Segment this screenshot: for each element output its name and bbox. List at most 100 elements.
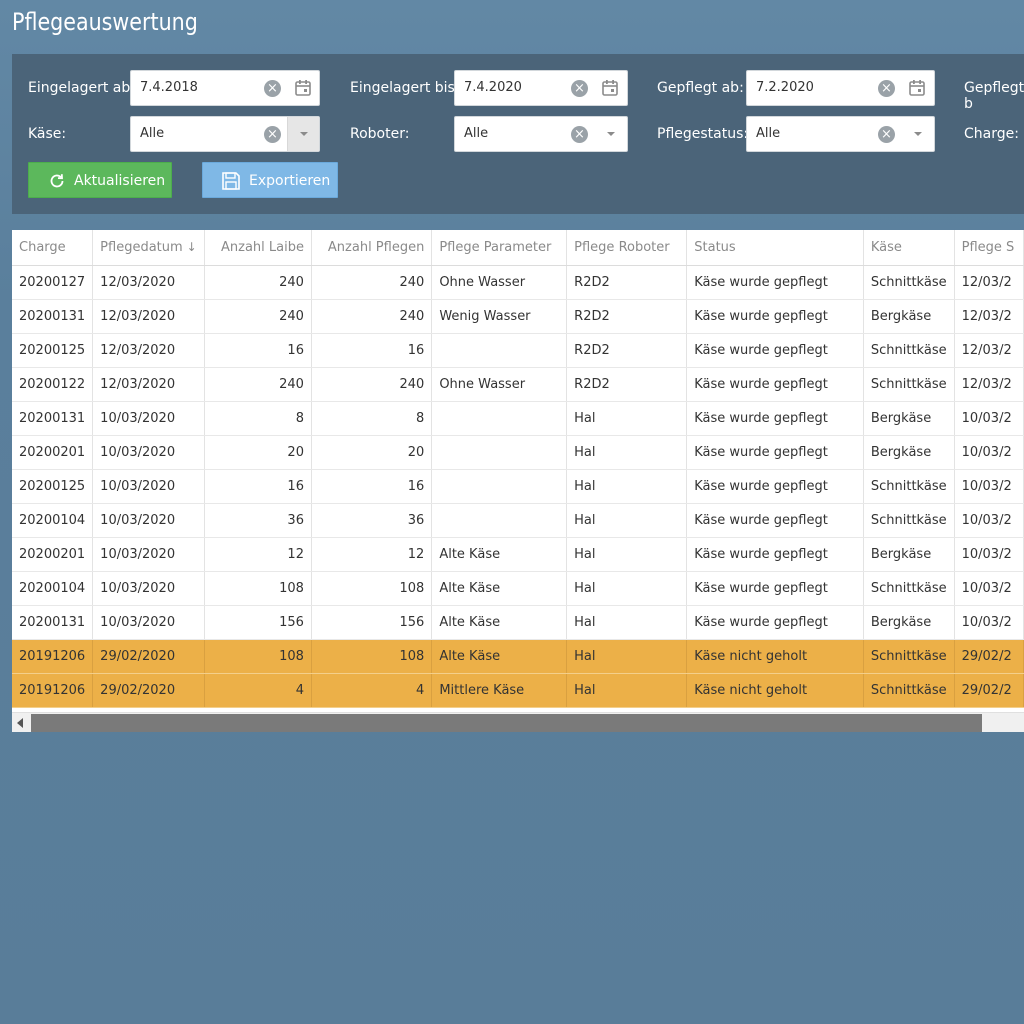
table-cell: Bergkäse bbox=[863, 299, 955, 334]
table-cell: 20200104 bbox=[12, 503, 94, 538]
table-cell: Alte Käse bbox=[431, 605, 568, 640]
eingelagert-bis-date-field[interactable]: 7.4.2020 × bbox=[454, 70, 628, 106]
table-cell: Hal bbox=[566, 605, 688, 640]
save-icon bbox=[222, 172, 240, 190]
table-cell: Käse wurde gepflegt bbox=[686, 503, 864, 538]
table-cell: 20200104 bbox=[12, 571, 94, 606]
table-cell: 10/03/2020 bbox=[92, 537, 205, 572]
table-row[interactable]: 20200131 10/03/2020 8 8 Hal Käse wurde gepfle… bbox=[12, 401, 1024, 436]
sort-down-icon: ↓ bbox=[186, 239, 197, 254]
pflegestatus-label: Pflegestatus: bbox=[657, 126, 749, 142]
table-row[interactable]: 20191206 29/02/2020 108 108 Alte Käse Hal Käse… bbox=[12, 639, 1024, 674]
table-cell: 156 bbox=[204, 605, 312, 640]
horizontal-scrollbar[interactable] bbox=[12, 712, 1024, 732]
calendar-icon[interactable] bbox=[294, 79, 312, 97]
data-table: Charge Pflegedatum ↓ Anzahl Laibe Anzahl … bbox=[12, 230, 1024, 708]
table-cell: Käse wurde gepflegt bbox=[686, 469, 864, 504]
table-cell: Käse nicht geholt bbox=[686, 673, 864, 708]
clear-icon[interactable]: × bbox=[571, 80, 588, 97]
column-header-pflegedatum[interactable]: Pflegedatum ↓ bbox=[92, 230, 205, 266]
eingelagert-ab-date-field[interactable]: 7.4.2018 × bbox=[130, 70, 320, 106]
gepflegt-ab-value: 7.2.2020 bbox=[756, 80, 814, 95]
export-button[interactable]: Exportieren bbox=[202, 162, 338, 198]
column-header-pflege-roboter[interactable]: Pflege Roboter bbox=[566, 230, 688, 266]
refresh-button[interactable]: Aktualisieren bbox=[28, 162, 172, 198]
eingelagert-ab-value: 7.4.2018 bbox=[140, 80, 198, 95]
column-header-kaese[interactable]: Käse bbox=[863, 230, 955, 266]
table-cell bbox=[431, 435, 568, 470]
calendar-icon[interactable] bbox=[908, 79, 926, 97]
refresh-button-label: Aktualisieren bbox=[74, 173, 166, 189]
table-cell: 108 bbox=[204, 639, 312, 674]
table-cell: Schnittkäse bbox=[863, 673, 955, 708]
column-header-anzahl-pflegen[interactable]: Anzahl Pflegen bbox=[311, 230, 433, 266]
eingelagert-bis-value: 7.4.2020 bbox=[464, 80, 522, 95]
table-row[interactable]: 20200131 10/03/2020 156 156 Alte Käse Hal Käse… bbox=[12, 605, 1024, 640]
table-row[interactable]: 20200104 10/03/2020 108 108 Alte Käse Hal Käse… bbox=[12, 571, 1024, 606]
roboter-select[interactable]: Alle × bbox=[454, 116, 628, 152]
table-cell: Hal bbox=[566, 571, 688, 606]
table-row[interactable]: 20200125 12/03/2020 16 16 R2D2 Käse wurde gep… bbox=[12, 333, 1024, 368]
table-row[interactable]: 20191206 29/02/2020 4 4 Mittlere Käse Hal Käse… bbox=[12, 673, 1024, 708]
table-cell: 20200131 bbox=[12, 605, 94, 640]
table-cell: 12/03/2020 bbox=[92, 333, 205, 368]
table-cell: Schnittkäse bbox=[863, 639, 955, 674]
kaese-select[interactable]: Alle × bbox=[130, 116, 320, 152]
table-cell: Schnittkäse bbox=[863, 503, 955, 538]
scrollbar-thumb[interactable] bbox=[31, 714, 982, 732]
gepflegt-ab-date-field[interactable]: 7.2.2020 × bbox=[746, 70, 935, 106]
clear-icon[interactable]: × bbox=[264, 80, 281, 97]
pflegestatus-select[interactable]: Alle × bbox=[746, 116, 935, 152]
kaese-value: Alle bbox=[140, 126, 165, 141]
chevron-down-icon[interactable] bbox=[595, 117, 627, 151]
table-cell: 108 bbox=[311, 571, 433, 606]
clear-icon[interactable]: × bbox=[571, 126, 588, 143]
column-header-pflege-s[interactable]: Pflege S bbox=[954, 230, 1024, 266]
table-cell: Käse wurde gepflegt bbox=[686, 333, 864, 368]
column-header-charge[interactable]: Charge bbox=[12, 230, 94, 266]
column-header-pflege-parameter[interactable]: Pflege Parameter bbox=[431, 230, 568, 266]
table-cell: 240 bbox=[204, 367, 312, 402]
chevron-down-icon[interactable] bbox=[287, 117, 319, 151]
table-row[interactable]: 20200122 12/03/2020 240 240 Ohne Wasser R2D2 K… bbox=[12, 367, 1024, 402]
clear-icon[interactable]: × bbox=[264, 126, 281, 143]
table-cell: 20 bbox=[311, 435, 433, 470]
pflegestatus-value: Alle bbox=[756, 126, 781, 141]
table-row[interactable]: 20200131 12/03/2020 240 240 Wenig Wasser R2D2… bbox=[12, 299, 1024, 334]
table-cell: 240 bbox=[311, 367, 433, 402]
scroll-left-icon[interactable] bbox=[17, 718, 23, 728]
table-cell: 10/03/2 bbox=[954, 571, 1024, 606]
table-row[interactable]: 20200127 12/03/2020 240 240 Ohne Wasser R2D2 K… bbox=[12, 265, 1024, 300]
table-row[interactable]: 20200104 10/03/2020 36 36 Hal Käse wurde gepf… bbox=[12, 503, 1024, 538]
table-cell: Schnittkäse bbox=[863, 571, 955, 606]
table-cell: 10/03/2 bbox=[954, 503, 1024, 538]
table-cell: Käse wurde gepflegt bbox=[686, 537, 864, 572]
table-row[interactable]: 20200125 10/03/2020 16 16 Hal Käse wurde gepf… bbox=[12, 469, 1024, 504]
table-cell: 12/03/2 bbox=[954, 367, 1024, 402]
table-cell: Alte Käse bbox=[431, 639, 568, 674]
calendar-icon[interactable] bbox=[601, 79, 619, 97]
table-row[interactable]: 20200201 10/03/2020 20 20 Hal Käse wurde gepf… bbox=[12, 435, 1024, 470]
table-cell: Ohne Wasser bbox=[431, 265, 568, 300]
table-cell: 20200201 bbox=[12, 435, 94, 470]
table-cell: 8 bbox=[204, 401, 312, 436]
table-cell: Wenig Wasser bbox=[431, 299, 568, 334]
table-cell bbox=[431, 503, 568, 538]
column-header-anzahl-laibe[interactable]: Anzahl Laibe bbox=[204, 230, 312, 266]
table-cell: 4 bbox=[204, 673, 312, 708]
table-cell: 10/03/2 bbox=[954, 537, 1024, 572]
table-cell: 16 bbox=[311, 333, 433, 368]
clear-icon[interactable]: × bbox=[878, 80, 895, 97]
table-cell: Hal bbox=[566, 435, 688, 470]
table-cell: 10/03/2020 bbox=[92, 435, 205, 470]
table-cell: Käse wurde gepflegt bbox=[686, 367, 864, 402]
clear-icon[interactable]: × bbox=[878, 126, 895, 143]
table-cell: 10/03/2020 bbox=[92, 469, 205, 504]
table-cell: Käse wurde gepflegt bbox=[686, 299, 864, 334]
table-cell: 16 bbox=[204, 469, 312, 504]
column-header-status[interactable]: Status bbox=[686, 230, 864, 266]
chevron-down-icon[interactable] bbox=[902, 117, 934, 151]
table-cell bbox=[431, 401, 568, 436]
table-row[interactable]: 20200201 10/03/2020 12 12 Alte Käse Hal Käse w… bbox=[12, 537, 1024, 572]
table-cell: 240 bbox=[204, 299, 312, 334]
